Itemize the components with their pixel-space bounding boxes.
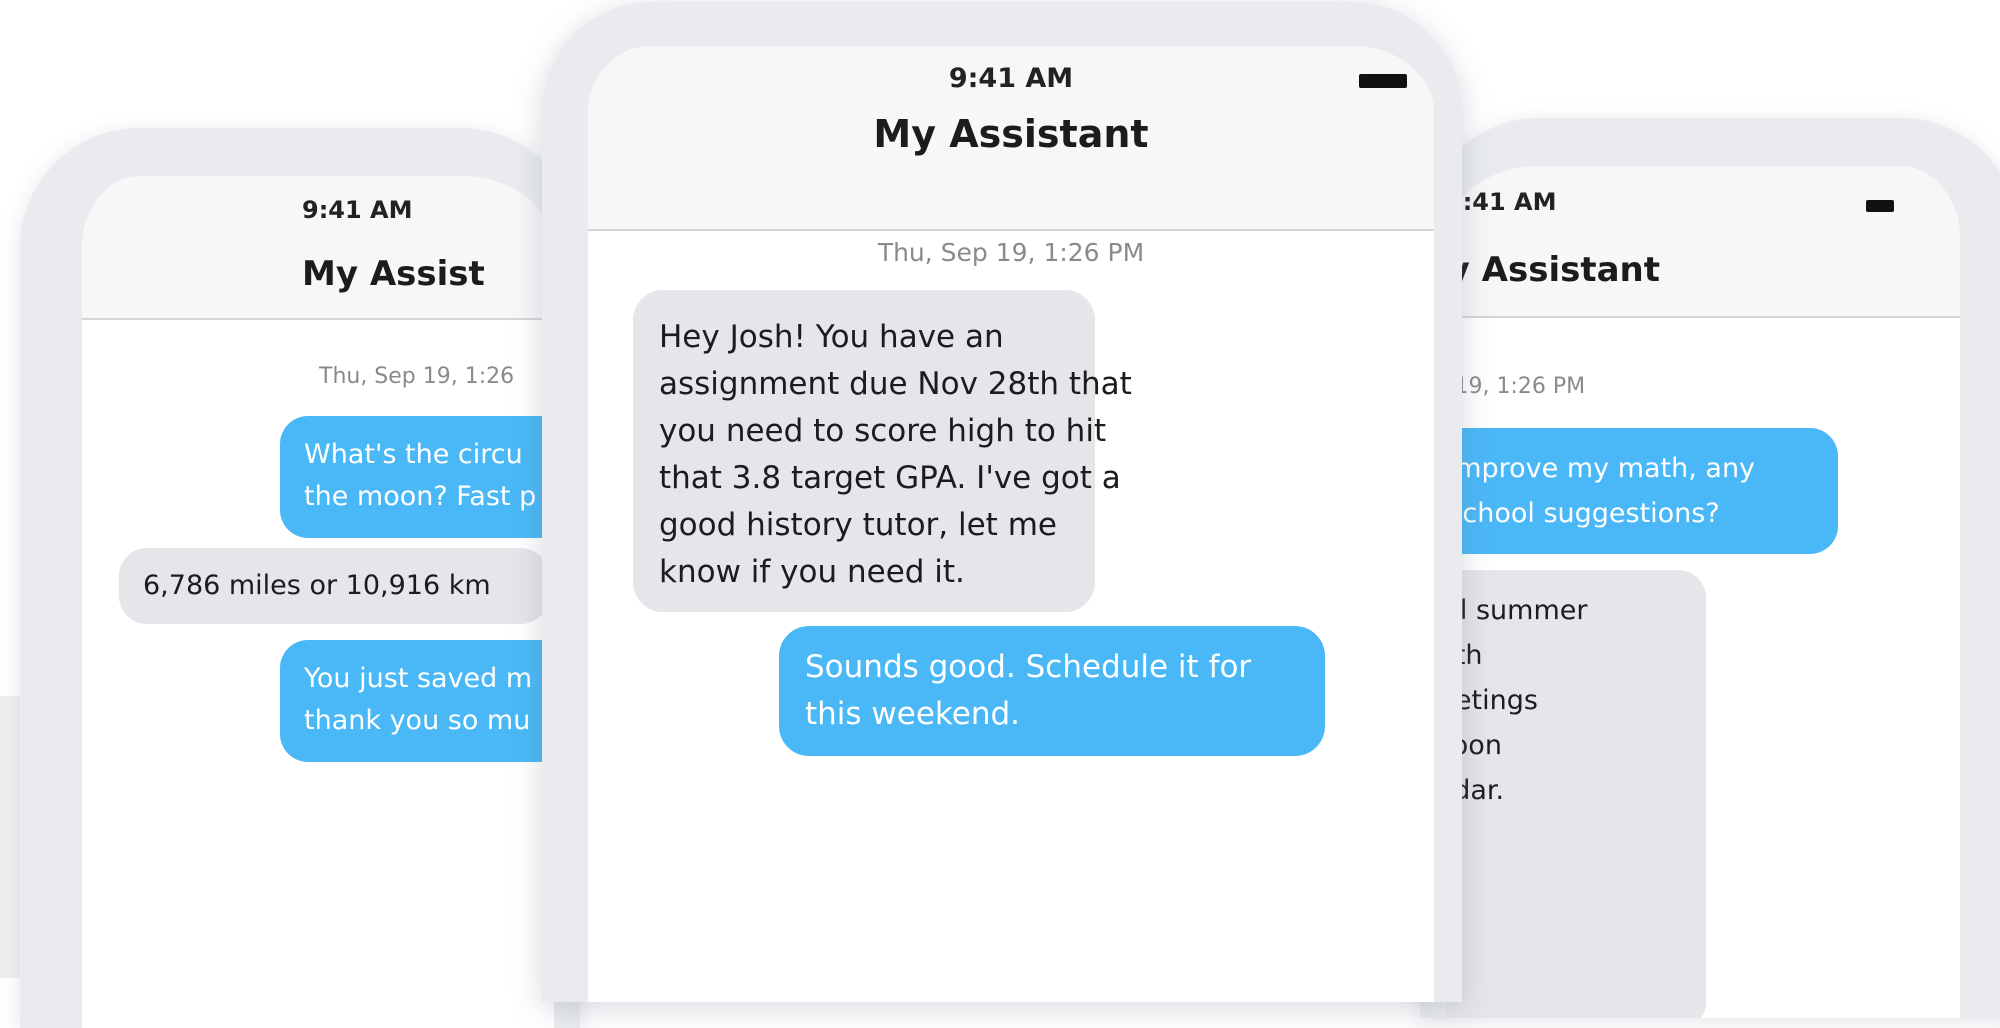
right-phone: 9:41 AM ly Assistant Sep 19, 1:26 PM to …	[1420, 118, 2000, 1018]
chat-title: My Assistant	[873, 112, 1149, 156]
right-phone-header: 9:41 AM ly Assistant	[1446, 166, 1960, 318]
message-line: assignment due Nov 28th that	[659, 366, 1132, 402]
left-phone-header: 9:41 AM My Assist	[82, 176, 554, 320]
status-time: 9:41 AM	[948, 63, 1074, 94]
message-line: Sounds good. Schedule it for	[805, 649, 1252, 685]
message-line: that 3.8 target GPA. I've got a	[659, 460, 1121, 496]
message-timestamp: Thu, Sep 19, 1:26 PM	[877, 238, 1145, 267]
outgoing-message[interactable]: You just saved m thank you so mu	[280, 640, 554, 762]
incoming-message[interactable]: 6,786 miles or 10,916 km	[119, 548, 549, 624]
center-phone-screen: 9:41 AM My Assistant Thu, Sep 19, 1:26 P…	[588, 46, 1434, 1002]
left-phone: 9:41 AM My Assist Thu, Sep 19, 1:26 What…	[20, 128, 580, 1028]
message-line: the moon? Fast p	[304, 481, 537, 512]
message-line: Hey Josh! You have an	[659, 319, 1004, 355]
message-line: you need to score high to hit	[659, 413, 1107, 449]
incoming-message[interactable]: ocal summer math meetings d soon lendar.	[1446, 570, 1706, 1018]
message-timestamp: Thu, Sep 19, 1:26	[319, 364, 515, 389]
left-phone-screen: 9:41 AM My Assist Thu, Sep 19, 1:26 What…	[82, 176, 554, 1028]
message-line: What's the circu	[304, 439, 523, 470]
message-line: good history tutor, let me	[659, 507, 1057, 543]
outgoing-message[interactable]: What's the circu the moon? Fast p	[280, 416, 554, 538]
center-phone-header: 9:41 AM My Assistant	[588, 46, 1434, 231]
chat-title: My Assist	[302, 254, 485, 294]
outgoing-message[interactable]: to improve my math, any er school sugges…	[1420, 428, 1838, 554]
message-line: 6,786 miles or 10,916 km	[143, 570, 491, 601]
battery-icon	[1866, 200, 1894, 212]
message-line: thank you so mu	[304, 705, 531, 736]
center-phone: 9:41 AM My Assistant Thu, Sep 19, 1:26 P…	[542, 2, 1462, 1002]
message-line: to improve my math, any	[1420, 453, 1756, 484]
chat-title: ly Assistant	[1436, 250, 1660, 290]
outgoing-message[interactable]: Sounds good. Schedule it for this weeken…	[779, 626, 1325, 756]
incoming-message[interactable]: Hey Josh! You have an assignment due Nov…	[633, 290, 1132, 612]
message-line: know if you need it.	[659, 554, 965, 590]
message-line: You just saved m	[304, 663, 533, 694]
message-line: er school suggestions?	[1420, 498, 1720, 529]
status-time: 9:41 AM	[1446, 188, 1557, 216]
right-phone-screen: 9:41 AM ly Assistant Sep 19, 1:26 PM to …	[1446, 166, 1960, 1018]
battery-icon	[1359, 74, 1407, 88]
status-time: 9:41 AM	[302, 196, 413, 224]
message-line: this weekend.	[805, 696, 1021, 732]
